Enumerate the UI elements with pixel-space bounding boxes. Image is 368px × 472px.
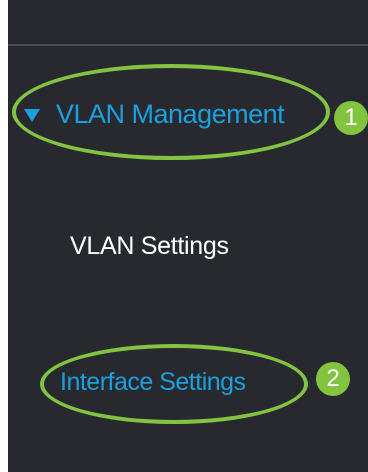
step-badge-2: 2: [316, 362, 350, 396]
sidebar-item-label: Interface Settings: [60, 367, 246, 396]
sidebar-item-interface-settings[interactable]: Interface Settings: [60, 360, 246, 404]
sidebar-panel: VLAN Management VLAN Settings Interface …: [8, 0, 368, 472]
sidebar-divider: [8, 44, 368, 46]
sidebar-section-vlan-management[interactable]: VLAN Management: [24, 90, 285, 138]
sidebar-item-label: VLAN Settings: [70, 231, 229, 260]
step-badge-1: 1: [334, 101, 368, 135]
sidebar-item-vlan-settings[interactable]: VLAN Settings: [70, 224, 229, 268]
caret-down-icon[interactable]: [24, 108, 40, 122]
sidebar-section-label: VLAN Management: [56, 98, 285, 129]
